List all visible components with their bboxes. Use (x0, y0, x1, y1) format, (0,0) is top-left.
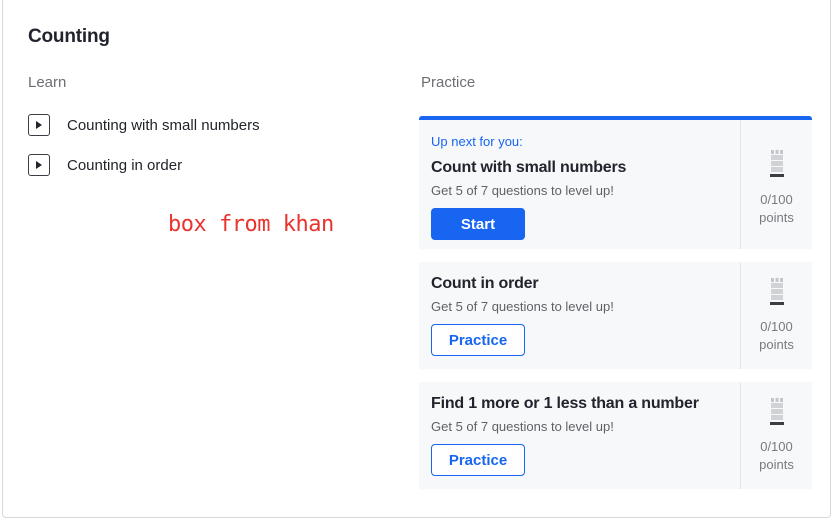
annotation-text: box from khan (168, 212, 334, 237)
skill-card-find-1-more-or-less: Find 1 more or 1 less than a number Get … (419, 382, 812, 489)
points-value: 0/100 (760, 192, 793, 207)
mastery-tower-icon (770, 150, 784, 177)
points-unit: points (759, 457, 794, 472)
video-label: Counting in order (67, 156, 183, 174)
mastery-tower-icon (770, 278, 784, 305)
points-column: 0/100 points (741, 262, 812, 369)
skill-card-count-small-numbers: Up next for you: Count with small number… (419, 116, 812, 249)
practice-heading: Practice (421, 74, 476, 91)
skill-title[interactable]: Find 1 more or 1 less than a number (431, 395, 699, 413)
practice-button[interactable]: Practice (431, 324, 525, 356)
practice-button[interactable]: Practice (431, 444, 525, 476)
points-unit: points (759, 210, 794, 225)
up-next-label: Up next for you: (431, 134, 523, 149)
points-column: 0/100 points (741, 120, 812, 249)
start-button[interactable]: Start (431, 208, 525, 240)
skill-title[interactable]: Count with small numbers (431, 159, 626, 177)
points-value: 0/100 (760, 439, 793, 454)
skill-title[interactable]: Count in order (431, 275, 539, 293)
points-value: 0/100 (760, 319, 793, 334)
section-title: Counting (28, 26, 110, 47)
points-column: 0/100 points (741, 382, 812, 489)
video-label: Counting with small numbers (67, 116, 260, 134)
skill-subtitle: Get 5 of 7 questions to level up! (431, 183, 614, 198)
play-icon (28, 114, 50, 136)
learn-heading: Learn (28, 74, 67, 91)
mastery-tower-icon (770, 398, 784, 425)
skill-subtitle: Get 5 of 7 questions to level up! (431, 299, 614, 314)
play-icon (28, 154, 50, 176)
video-item-counting-small-numbers[interactable]: Counting with small numbers (28, 113, 260, 137)
points-unit: points (759, 337, 794, 352)
skill-card-count-in-order: Count in order Get 5 of 7 questions to l… (419, 262, 812, 369)
skill-subtitle: Get 5 of 7 questions to level up! (431, 419, 614, 434)
video-item-counting-in-order[interactable]: Counting in order (28, 153, 182, 177)
